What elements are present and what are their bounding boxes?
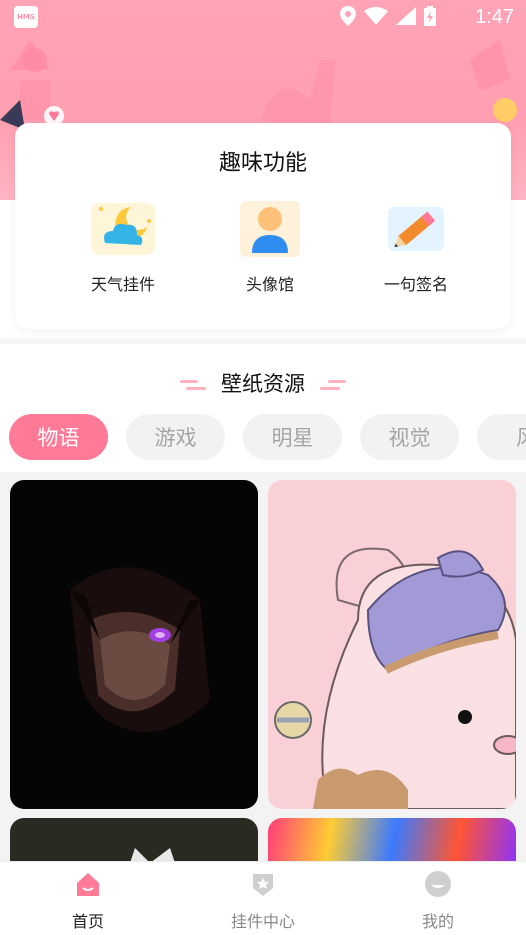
fun-item-label: 一句签名: [383, 275, 448, 294]
nav-home[interactable]: 首页: [28, 870, 148, 932]
wallpaper-thumbnail[interactable]: [268, 480, 516, 809]
tab-star[interactable]: 明星: [243, 414, 342, 460]
status-icons: [340, 6, 436, 26]
fun-item-signature[interactable]: 一句签名: [361, 197, 471, 295]
status-time: 1:47: [475, 6, 514, 28]
home-icon: [77, 873, 99, 896]
location-icon: [340, 6, 356, 26]
nav-label: 挂件中心: [230, 912, 295, 931]
wallpaper-grid: [0, 472, 526, 862]
wifi-icon: [364, 7, 388, 25]
wallpaper-thumbnail[interactable]: [10, 480, 258, 809]
tab-story[interactable]: 物语: [9, 414, 108, 460]
nav-profile[interactable]: 我的: [378, 870, 498, 932]
tab-wind[interactable]: 风: [477, 414, 526, 460]
tab-visual[interactable]: 视觉: [360, 414, 459, 460]
signal-icon: [396, 7, 416, 25]
nav-label: 我的: [421, 912, 454, 931]
status-bar: HMS 1:47: [0, 0, 526, 36]
tab-game[interactable]: 游戏: [126, 414, 225, 460]
title-decoration-left: [180, 380, 207, 390]
wallpaper-section-title: 壁纸资源: [0, 368, 526, 398]
title-decoration-right: [319, 380, 346, 390]
wallpaper-image: [130, 848, 175, 862]
bottom-navigation: 首页 挂件中心 我的: [0, 861, 526, 935]
avatar-icon: [240, 201, 300, 257]
category-tabs: 物语 游戏 明星 视觉 风: [0, 414, 526, 460]
wallpaper-thumbnail[interactable]: [268, 818, 516, 862]
fun-features-card: 趣味功能 天气挂件 头像馆 一句签名: [15, 123, 511, 329]
profile-icon: [425, 871, 451, 897]
wallpaper-title-text: 壁纸资源: [221, 372, 305, 396]
fun-section-title: 趣味功能: [218, 151, 307, 176]
fun-item-label: 天气挂件: [90, 275, 155, 294]
fun-item-label: 头像馆: [245, 275, 294, 294]
nav-label: 首页: [71, 912, 104, 931]
nav-widget-center[interactable]: 挂件中心: [203, 870, 323, 932]
battery-icon: [424, 6, 436, 26]
fun-item-avatar[interactable]: 头像馆: [215, 197, 325, 295]
wallpaper-image: [70, 567, 210, 732]
fun-item-weather[interactable]: 天气挂件: [68, 197, 178, 295]
badge-icon: [253, 874, 273, 896]
wallpaper-thumbnail[interactable]: [10, 818, 258, 862]
wallpaper-image: [274, 547, 516, 809]
pencil-icon: [388, 207, 444, 251]
hms-badge: HMS: [14, 6, 38, 28]
weather-icon: [91, 203, 155, 255]
section-divider: [0, 338, 526, 344]
